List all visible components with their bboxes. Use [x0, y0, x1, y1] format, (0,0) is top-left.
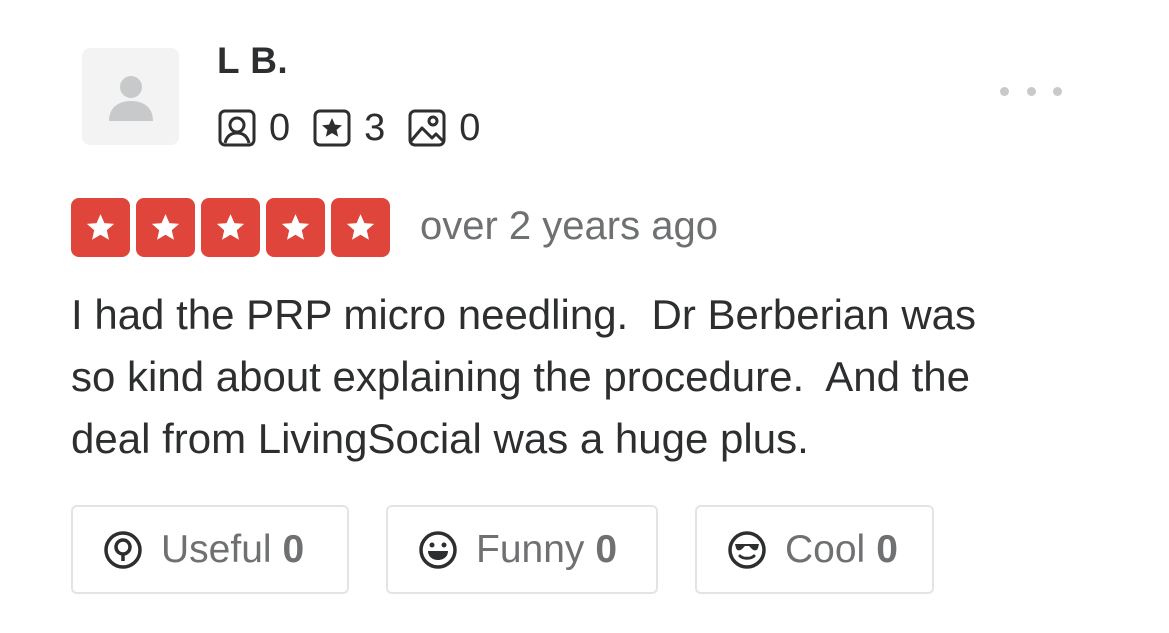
useful-bulb-icon: [104, 530, 142, 569]
cool-label: Cool: [785, 527, 866, 571]
photos-icon: [408, 109, 446, 147]
star-icon: [346, 214, 375, 240]
star-1: [71, 198, 130, 257]
photos-stat: 0: [407, 107, 480, 150]
star-5: [331, 198, 390, 257]
star-4: [266, 198, 325, 257]
friends-stat: 0: [217, 107, 290, 150]
reaction-buttons: Useful 0 Funny 0 Cool 0: [71, 505, 934, 594]
useful-button[interactable]: Useful 0: [71, 505, 349, 594]
funny-button[interactable]: Funny 0: [386, 505, 658, 594]
user-stats: 0 3 0: [217, 106, 502, 150]
user-name[interactable]: L B.: [217, 40, 288, 82]
reviews-count: 3: [364, 106, 386, 149]
cool-sunglasses-icon: [728, 530, 766, 569]
more-options-icon: [1000, 86, 1009, 96]
avatar[interactable]: [82, 48, 179, 145]
star-3: [201, 198, 260, 257]
cool-count: 0: [876, 527, 898, 571]
star-2: [136, 198, 195, 257]
funny-count: 0: [595, 527, 618, 571]
review-date: over 2 years ago: [420, 204, 718, 248]
useful-label: Useful: [161, 527, 272, 571]
friends-count: 0: [269, 106, 291, 149]
reviews-star-icon: [313, 109, 351, 147]
funny-face-icon: [419, 530, 457, 569]
cool-button[interactable]: Cool 0: [695, 505, 934, 594]
more-options-button[interactable]: [1000, 80, 1062, 102]
more-options-dot: [1053, 86, 1062, 96]
default-user-icon: [108, 75, 153, 121]
star-icon: [216, 214, 245, 240]
star-icon: [151, 214, 180, 240]
review-text: I had the PRP micro needling. Dr Berberi…: [71, 291, 977, 462]
funny-label: Funny: [476, 527, 585, 571]
useful-count: 0: [282, 527, 305, 571]
star-icon: [281, 214, 310, 240]
star-icon: [86, 214, 115, 240]
reviews-stat: 3: [312, 107, 385, 150]
photos-count: 0: [459, 106, 481, 149]
more-options-dot: [1026, 86, 1036, 96]
friends-icon: [218, 109, 256, 147]
star-rating: [71, 198, 396, 257]
